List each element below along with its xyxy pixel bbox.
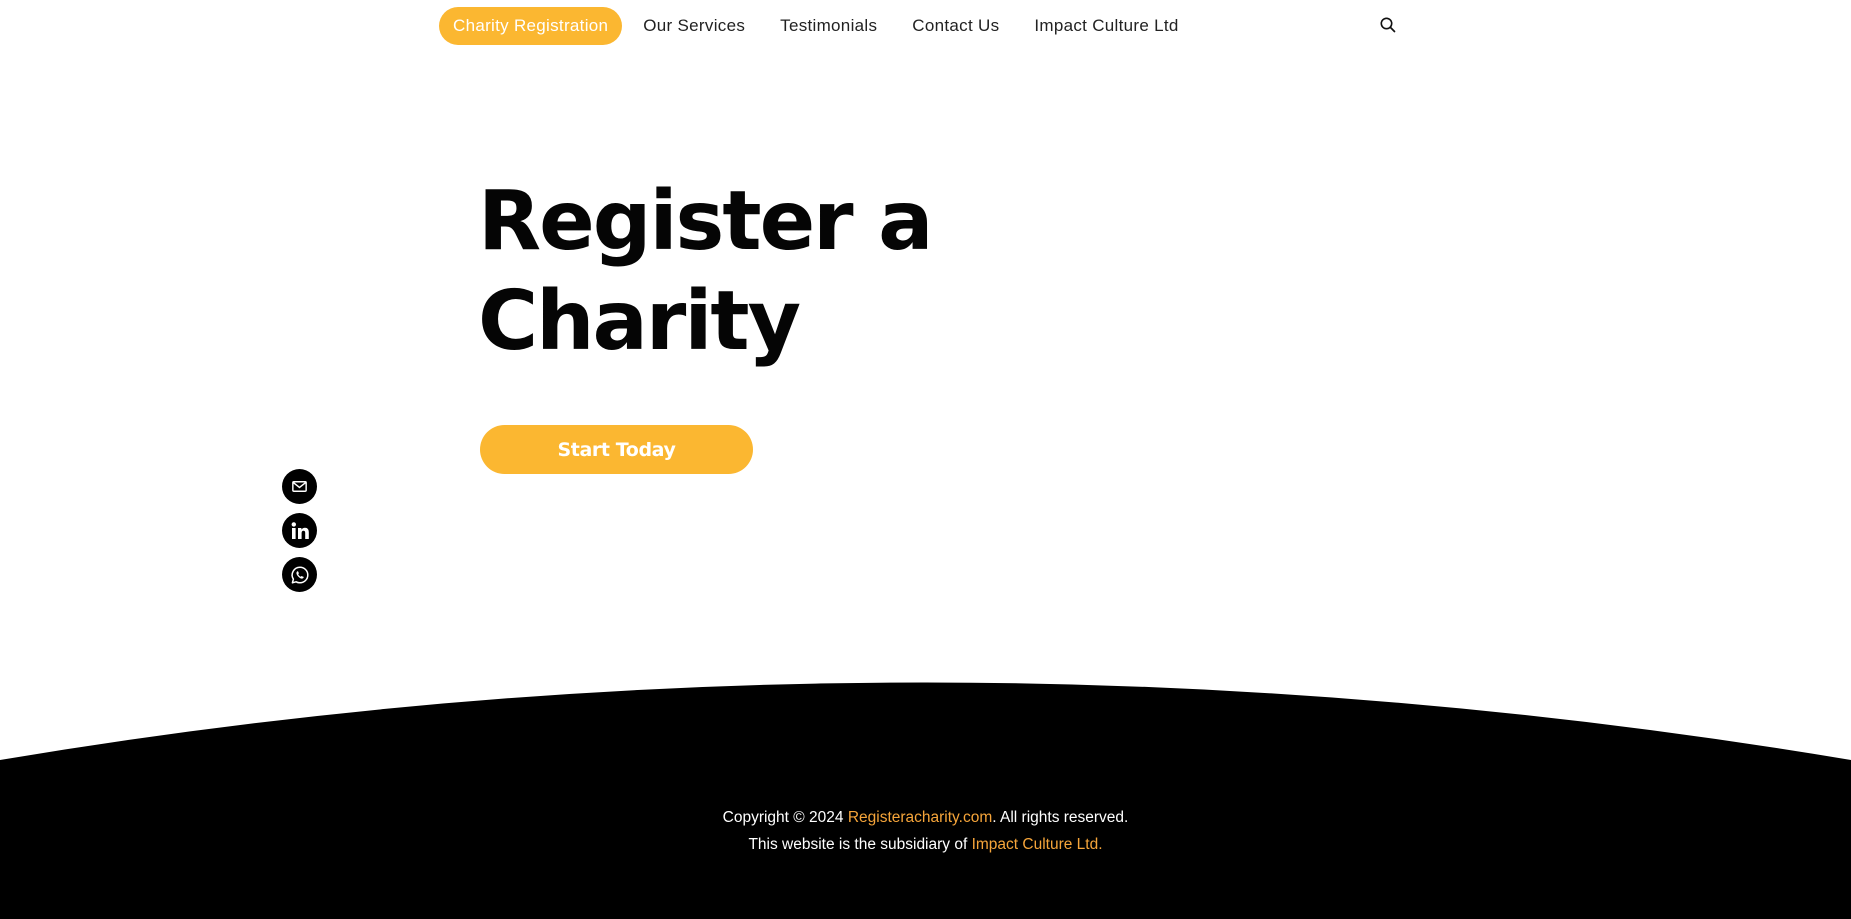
nav-item-charity-registration[interactable]: Charity Registration bbox=[439, 7, 623, 45]
search-icon[interactable] bbox=[1379, 16, 1397, 34]
footer-copyright: Copyright © 2024 Registeracharity.com. A… bbox=[0, 809, 1851, 827]
site-link[interactable]: Registeracharity.com bbox=[848, 809, 992, 826]
footer-subsidiary: This website is the subsidiary of Impact… bbox=[0, 836, 1851, 854]
whatsapp-icon[interactable] bbox=[282, 557, 317, 592]
footer-background bbox=[0, 682, 1851, 919]
nav-item-impact-culture-ltd[interactable]: Impact Culture Ltd bbox=[1018, 7, 1194, 45]
main-nav: Charity Registration Our Services Testim… bbox=[439, 7, 1198, 45]
hero-title-line-1: Register a bbox=[478, 174, 934, 269]
hero-title: Register a Charity bbox=[478, 172, 1078, 372]
copyright-suffix: . All rights reserved. bbox=[992, 809, 1129, 826]
start-today-button[interactable]: Start Today bbox=[480, 425, 753, 474]
mail-icon[interactable] bbox=[282, 469, 317, 504]
linkedin-icon[interactable] bbox=[282, 513, 317, 548]
company-link[interactable]: Impact Culture Ltd bbox=[972, 836, 1099, 853]
page: Charity Registration Our Services Testim… bbox=[0, 0, 1851, 919]
nav-item-our-services[interactable]: Our Services bbox=[627, 7, 761, 45]
subsidiary-prefix: This website is the subsidiary of bbox=[748, 836, 972, 853]
copyright-prefix: Copyright © 2024 bbox=[722, 809, 848, 826]
nav-item-testimonials[interactable]: Testimonials bbox=[764, 7, 893, 45]
hero-title-line-2: Charity bbox=[478, 274, 801, 369]
subsidiary-suffix: . bbox=[1098, 836, 1103, 853]
nav-item-contact-us[interactable]: Contact Us bbox=[896, 7, 1015, 45]
social-links bbox=[282, 469, 317, 601]
